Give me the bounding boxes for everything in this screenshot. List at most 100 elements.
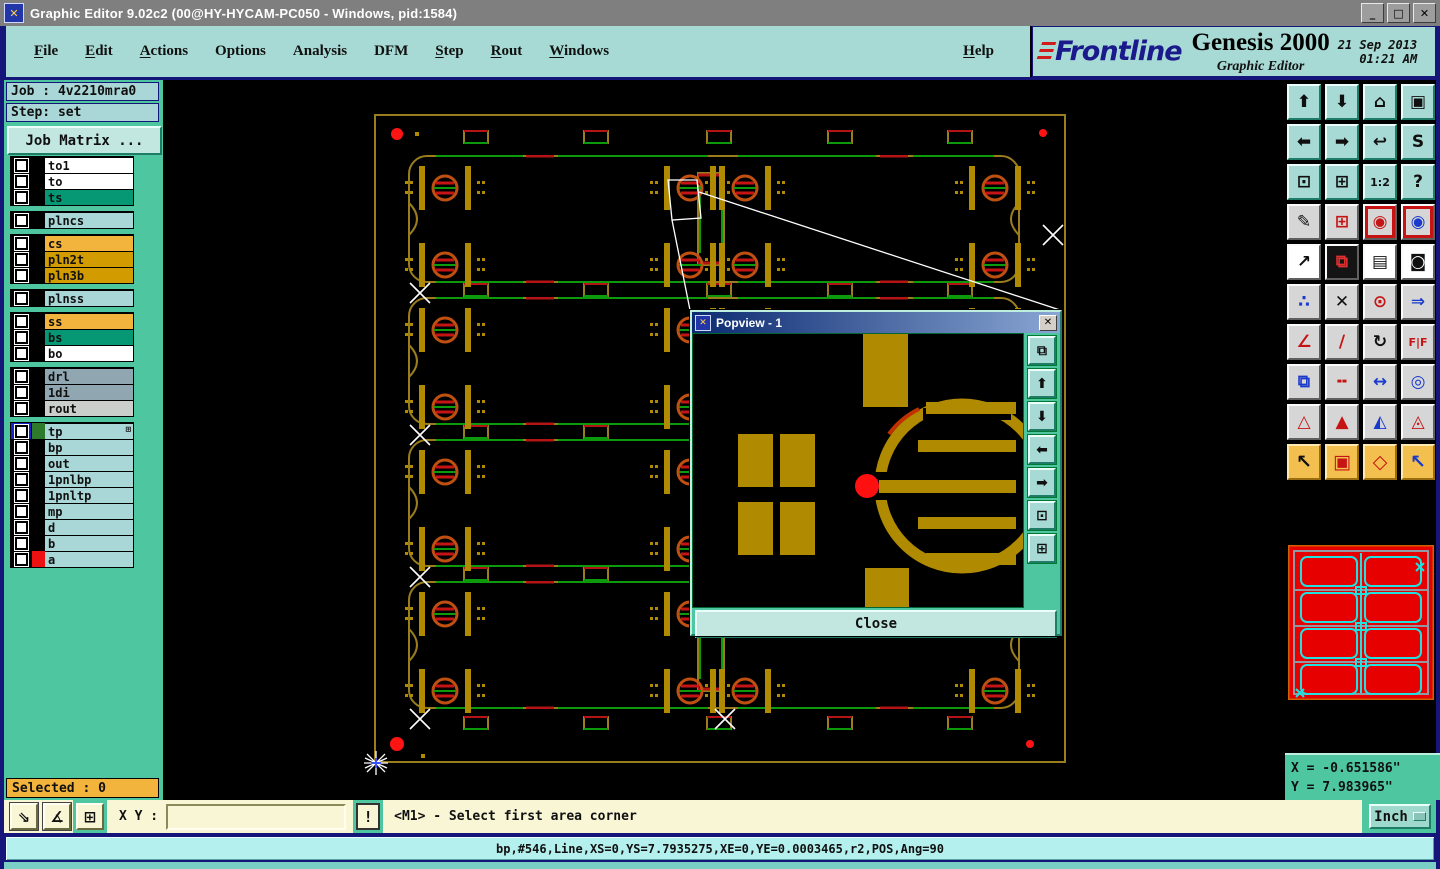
layer-color-swatch[interactable] bbox=[31, 439, 45, 455]
net-endpoints-button[interactable]: ∴ bbox=[1287, 284, 1321, 320]
layer-label[interactable]: pln2t bbox=[45, 251, 133, 267]
units-dropdown[interactable]: Inch bbox=[1369, 804, 1431, 829]
layer-checkbox[interactable] bbox=[11, 251, 31, 267]
layer-row-tp[interactable]: tp ⊞ bbox=[11, 423, 133, 439]
profile-button[interactable]: S bbox=[1401, 124, 1435, 160]
layer-checkbox[interactable] bbox=[11, 235, 31, 251]
menu-item-step[interactable]: Step bbox=[435, 43, 463, 60]
layer-checkbox[interactable] bbox=[11, 189, 31, 205]
popview-pan-left-button[interactable]: ⬅ bbox=[1027, 434, 1057, 465]
layer-label[interactable]: to1 bbox=[45, 157, 133, 173]
angle-button[interactable]: ∠ bbox=[1287, 324, 1321, 360]
menu-item-options[interactable]: Options bbox=[215, 43, 266, 60]
menu-item-dfm[interactable]: DFM bbox=[374, 43, 408, 60]
layer-row-bo[interactable]: bo bbox=[11, 345, 133, 361]
delete-button[interactable]: ✕ bbox=[1325, 284, 1359, 320]
layer-row-cs[interactable]: cs bbox=[11, 235, 133, 251]
layer-color-swatch[interactable] bbox=[31, 290, 45, 306]
layer-label[interactable]: 1pnltp bbox=[45, 487, 133, 503]
line-width-button[interactable]: ↔ bbox=[1363, 364, 1397, 400]
zoom-out-button[interactable]: ⬇ bbox=[1325, 84, 1359, 120]
layer-row-1di[interactable]: 1di bbox=[11, 384, 133, 400]
layer-label[interactable]: bp bbox=[45, 439, 133, 455]
scale-1-2-button[interactable]: 1:2 bbox=[1363, 164, 1397, 200]
layer-color-swatch[interactable] bbox=[31, 157, 45, 173]
layer-color-swatch[interactable] bbox=[31, 535, 45, 551]
change-symbol-button[interactable]: ⇒ bbox=[1401, 284, 1435, 320]
zoom-in-button[interactable]: ⬆ bbox=[1287, 84, 1321, 120]
layer-color-swatch[interactable] bbox=[31, 503, 45, 519]
contour-outline-button[interactable]: ◭ bbox=[1363, 404, 1397, 440]
break-line-button[interactable]: ╍ bbox=[1325, 364, 1359, 400]
popview-zoom-out-button[interactable]: ⬇ bbox=[1027, 401, 1057, 432]
layer-label[interactable]: cs bbox=[45, 235, 133, 251]
layer-color-swatch[interactable] bbox=[31, 345, 45, 361]
layer-row-plnss[interactable]: plnss bbox=[11, 290, 133, 306]
layer-row-pln2t[interactable]: pln2t bbox=[11, 251, 133, 267]
layer-label[interactable]: a bbox=[45, 551, 133, 567]
layer-row-mp[interactable]: mp bbox=[11, 503, 133, 519]
layer-checkbox[interactable] bbox=[11, 439, 31, 455]
layer-label[interactable]: 1di bbox=[45, 384, 133, 400]
layer-color-swatch[interactable] bbox=[31, 329, 45, 345]
layer-checkbox[interactable] bbox=[11, 519, 31, 535]
popview-title-bar[interactable]: ✕ Popview - 1 ✕ bbox=[692, 312, 1060, 333]
layer-color-swatch[interactable] bbox=[31, 455, 45, 471]
layer-label[interactable]: pln3b bbox=[45, 267, 133, 283]
layer-checkbox[interactable] bbox=[11, 329, 31, 345]
popview-canvas[interactable] bbox=[692, 333, 1024, 608]
pan-right-button[interactable]: ➡ bbox=[1325, 124, 1359, 160]
layer-label[interactable]: 1pnlbp bbox=[45, 471, 133, 487]
grid-toggle-button[interactable]: ⊞ bbox=[73, 800, 107, 833]
menu-item-rout[interactable]: Rout bbox=[491, 43, 523, 60]
maximize-button[interactable]: □ bbox=[1387, 3, 1410, 23]
layer-checkbox[interactable] bbox=[11, 400, 31, 416]
layer-label[interactable]: plnss bbox=[45, 290, 133, 306]
select-net-button[interactable]: ↖ bbox=[1401, 444, 1435, 480]
layer-color-swatch[interactable] bbox=[31, 551, 45, 567]
previous-view-button[interactable]: ↩ bbox=[1363, 124, 1397, 160]
help-button[interactable]: ? bbox=[1401, 164, 1435, 200]
zoom-extents-button[interactable]: ⊡ bbox=[1287, 164, 1321, 200]
layer-row-ss[interactable]: ss bbox=[11, 313, 133, 329]
zoom-fit-button[interactable]: ⊞ bbox=[1325, 164, 1359, 200]
move-button[interactable]: ↗ bbox=[1287, 244, 1321, 280]
select-inside-polygon-button[interactable]: ◇ bbox=[1363, 444, 1397, 480]
layer-label[interactable]: drl bbox=[45, 368, 133, 384]
layer-checkbox[interactable] bbox=[11, 368, 31, 384]
layer-label[interactable]: plncs bbox=[45, 212, 133, 228]
layer-label[interactable]: ss bbox=[45, 313, 133, 329]
layer-color-swatch[interactable] bbox=[31, 471, 45, 487]
layer-row-plncs[interactable]: plncs bbox=[11, 212, 133, 228]
layer-row-to1[interactable]: to1 bbox=[11, 157, 133, 173]
popview-close-x-button[interactable]: ✕ bbox=[1039, 314, 1057, 331]
layer-row-1pnlbp[interactable]: 1pnlbp bbox=[11, 471, 133, 487]
layer-color-swatch[interactable] bbox=[31, 173, 45, 189]
menu-item-windows[interactable]: Windows bbox=[549, 43, 609, 60]
layer-label[interactable]: bo bbox=[45, 345, 133, 361]
layer-color-swatch[interactable] bbox=[31, 251, 45, 267]
layer-row-bp[interactable]: bp bbox=[11, 439, 133, 455]
layer-color-swatch[interactable] bbox=[31, 487, 45, 503]
slant-line-button[interactable]: ∕ bbox=[1325, 324, 1359, 360]
layer-row-d[interactable]: d bbox=[11, 519, 133, 535]
layer-row-rout[interactable]: rout bbox=[11, 400, 133, 416]
measure-ruler-button[interactable]: ▤ bbox=[1363, 244, 1397, 280]
window-xy-button[interactable]: ▣ bbox=[1401, 84, 1435, 120]
layer-row-to[interactable]: to bbox=[11, 173, 133, 189]
layer-label[interactable]: d bbox=[45, 519, 133, 535]
menu-item-file[interactable]: File bbox=[34, 43, 58, 60]
layer-checkbox[interactable] bbox=[11, 487, 31, 503]
layer-checkbox[interactable] bbox=[11, 423, 31, 439]
command-history-button[interactable]: ! bbox=[353, 800, 384, 833]
layer-label[interactable]: rout bbox=[45, 400, 133, 416]
layer-row-out[interactable]: out bbox=[11, 455, 133, 471]
layer-color-swatch[interactable] bbox=[31, 212, 45, 228]
layer-color-swatch[interactable] bbox=[31, 423, 45, 439]
layer-color-swatch[interactable] bbox=[31, 189, 45, 205]
layer-checkbox[interactable] bbox=[11, 212, 31, 228]
select-symbol-button[interactable]: ◙ bbox=[1401, 244, 1435, 280]
layer-color-swatch[interactable] bbox=[31, 384, 45, 400]
home-view-button[interactable]: ⌂ bbox=[1363, 84, 1397, 120]
popview-zoom-fit-button[interactable]: ⊞ bbox=[1027, 533, 1057, 564]
